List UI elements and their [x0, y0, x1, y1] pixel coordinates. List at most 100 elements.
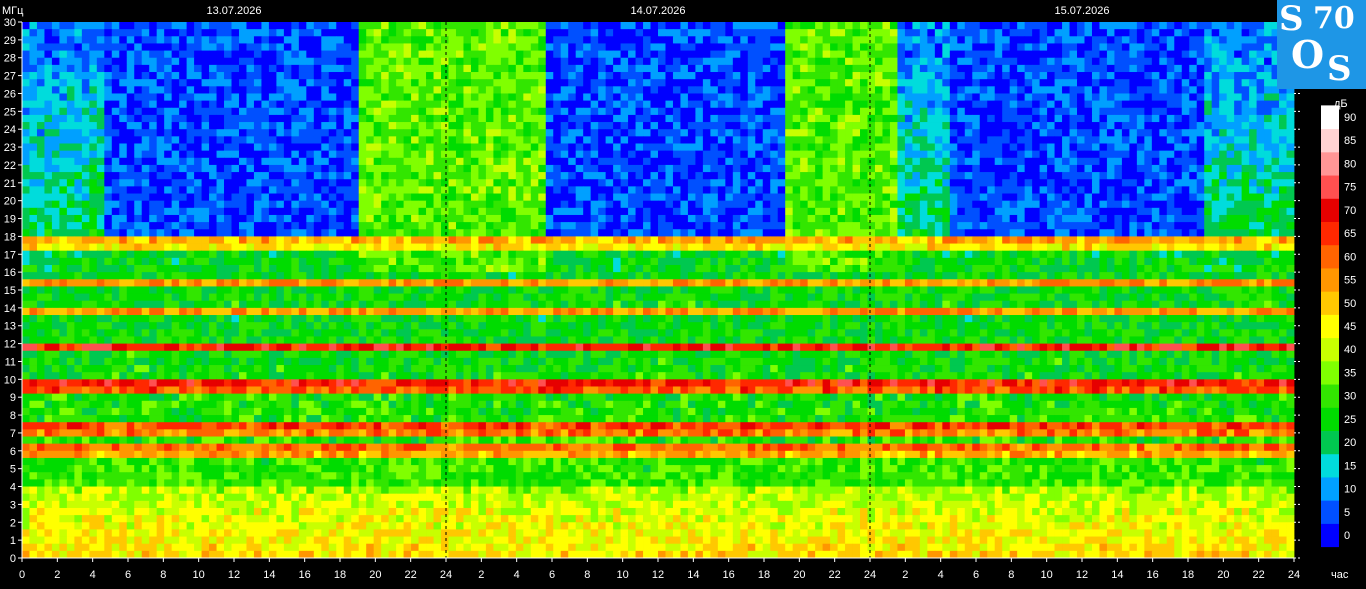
heatmap-cell	[366, 186, 375, 194]
heatmap-cell	[1264, 57, 1272, 66]
heatmap-cell	[358, 107, 367, 116]
heatmap-cell	[276, 50, 285, 59]
heatmap-cell	[276, 143, 285, 152]
heatmap-cell	[216, 229, 225, 237]
heatmap-cell	[972, 150, 981, 159]
heatmap-cell	[770, 36, 779, 44]
heatmap-cell	[545, 179, 554, 187]
heatmap-cell	[1002, 179, 1011, 187]
heatmap-cell	[1106, 193, 1115, 202]
heatmap-cell	[216, 72, 225, 80]
heatmap-cell	[500, 136, 509, 144]
heatmap-cell	[874, 179, 883, 187]
heatmap-cell	[620, 29, 629, 37]
heatmap-cell	[590, 150, 599, 159]
heatmap-cell	[590, 186, 599, 194]
heatmap-cell	[1024, 164, 1033, 173]
heatmap-cell	[276, 179, 285, 187]
heatmap-cell	[358, 129, 367, 137]
heatmap-cell	[1264, 129, 1272, 137]
heatmap-cell	[74, 136, 83, 144]
heatmap-cell	[822, 107, 831, 116]
heatmap-cell	[643, 143, 651, 152]
heatmap-cell	[470, 122, 479, 130]
heatmap-cell	[613, 64, 621, 73]
heatmap-cell	[381, 200, 390, 209]
heatmap-cell	[770, 122, 779, 130]
heatmap-cell	[1136, 207, 1145, 216]
heatmap-cell	[1106, 43, 1115, 51]
heatmap-cell	[1032, 122, 1040, 130]
heatmap-cell	[268, 43, 277, 51]
heatmap-cell	[770, 50, 779, 59]
heatmap-cell	[919, 214, 928, 223]
heatmap-cell	[1226, 79, 1235, 87]
heatmap-cell	[1151, 43, 1160, 51]
heatmap-cell	[680, 93, 689, 102]
heatmap-cell	[1114, 136, 1123, 144]
heatmap-cell	[1077, 150, 1085, 159]
heatmap-cell	[201, 64, 210, 73]
heatmap-cell	[51, 214, 60, 223]
heatmap-cell	[508, 57, 517, 66]
heatmap-cell	[972, 136, 981, 144]
heatmap-cell	[912, 186, 921, 194]
heatmap-cell	[381, 22, 390, 30]
heatmap-cell	[747, 93, 756, 102]
heatmap-cell	[1166, 164, 1175, 173]
heatmap-cell	[268, 193, 277, 202]
heatmap-cell	[530, 93, 539, 102]
heatmap-cell	[126, 22, 135, 30]
heatmap-cell	[1024, 150, 1033, 159]
heatmap-cell	[171, 164, 180, 173]
heatmap-cell	[1189, 122, 1198, 130]
heatmap-cell	[1271, 107, 1280, 116]
heatmap-cell	[1271, 186, 1280, 194]
heatmap-cell	[1032, 93, 1040, 102]
heatmap-cell	[1249, 107, 1257, 116]
heatmap-cell	[343, 57, 352, 66]
heatmap-cell	[22, 179, 30, 187]
heatmap-cell	[441, 186, 449, 194]
heatmap-cell	[523, 72, 532, 80]
heatmap-cell	[755, 107, 764, 116]
heatmap-cell	[807, 72, 816, 80]
heatmap-cell	[560, 186, 569, 194]
heatmap-cell	[658, 86, 666, 94]
heatmap-cell	[1234, 29, 1243, 37]
heatmap-cell	[508, 129, 517, 137]
heatmap-cell	[755, 143, 764, 152]
heatmap-cell	[298, 136, 307, 144]
heatmap-cell	[306, 143, 315, 152]
heatmap-cell	[560, 157, 569, 166]
heatmap-cell	[396, 207, 404, 216]
heatmap-cell	[1189, 179, 1198, 187]
heatmap-cell	[291, 129, 300, 137]
heatmap-cell	[687, 57, 696, 66]
heatmap-cell	[942, 100, 951, 109]
heatmap-cell	[972, 222, 981, 230]
heatmap-cell	[1047, 157, 1055, 166]
heatmap-cell	[351, 100, 360, 109]
heatmap-cell	[89, 79, 98, 87]
heatmap-cell	[882, 22, 891, 30]
heatmap-cell	[74, 186, 83, 194]
heatmap-cell	[972, 100, 981, 109]
heatmap-cell	[620, 57, 629, 66]
heatmap-cell	[1047, 93, 1055, 102]
heatmap-cell	[396, 164, 404, 173]
heatmap-cell	[508, 214, 517, 223]
heatmap-cell	[328, 86, 337, 94]
heatmap-cell	[89, 57, 98, 66]
heatmap-cell	[927, 36, 936, 44]
heatmap-cell	[1271, 150, 1280, 159]
heatmap-cell	[268, 136, 277, 144]
heatmap-cell	[800, 172, 809, 180]
heatmap-cell	[351, 107, 360, 116]
heatmap-cell	[680, 22, 689, 30]
heatmap-cell	[22, 150, 30, 159]
heatmap-cell	[276, 57, 285, 66]
heatmap-cell	[470, 150, 479, 159]
heatmap-cell	[1069, 136, 1078, 144]
heatmap-cell	[358, 193, 367, 202]
